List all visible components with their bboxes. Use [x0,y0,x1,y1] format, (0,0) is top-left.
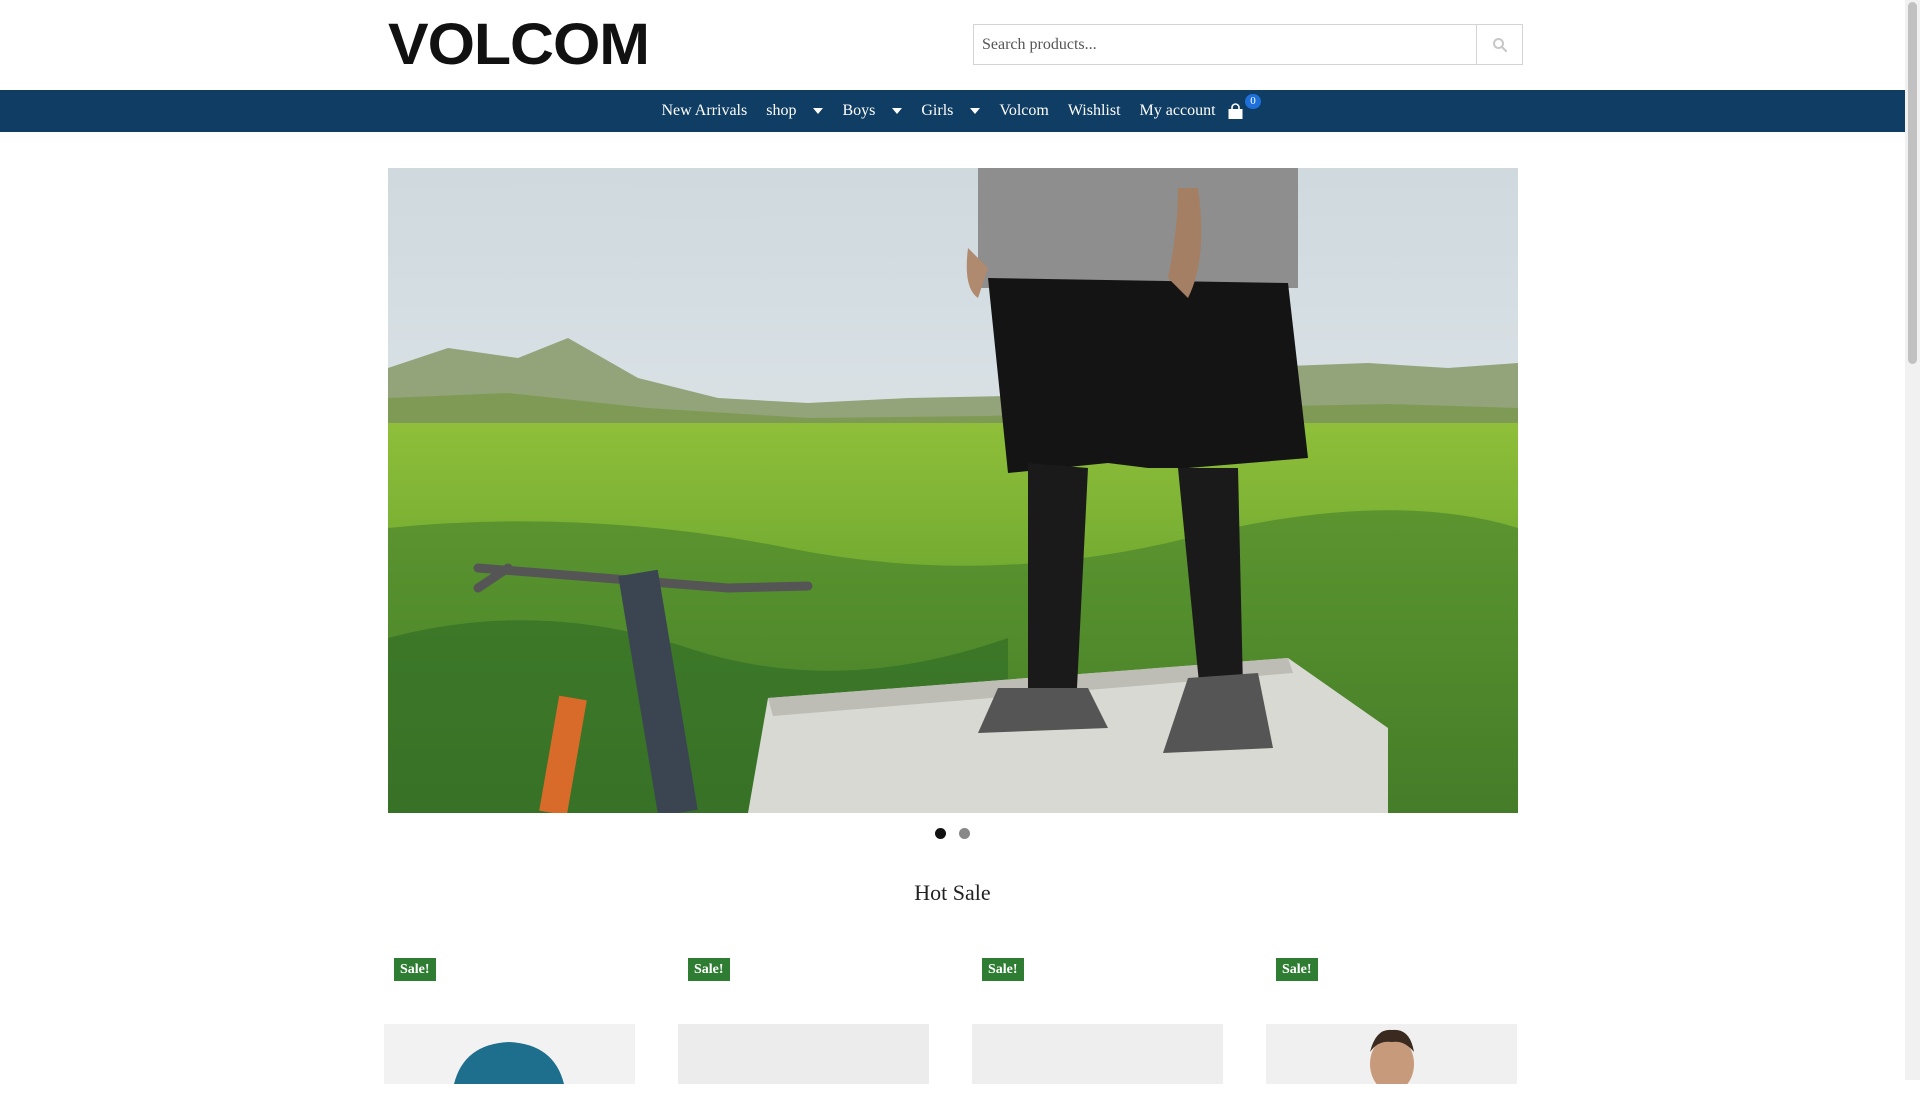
nav-item-volcom[interactable]: Volcom [990,90,1058,132]
search-input[interactable] [973,24,1476,65]
product-image[interactable] [972,1024,1223,1084]
nav-label: Wishlist [1067,102,1121,119]
product-card[interactable]: Sale! [972,958,1223,1098]
caret-down-icon [813,108,824,114]
nav-label: New Arrivals [661,102,748,119]
cart-count-badge: 0 [1245,94,1262,109]
nav-label: Boys [842,102,876,119]
product-card[interactable]: Sale! [384,958,635,1098]
nav-label: Volcom [999,102,1049,119]
slider-dot-2[interactable] [959,828,970,839]
page-scrollbar[interactable] [1905,0,1920,1080]
model-image [1370,1029,1414,1084]
logo-text: VOLCOM [388,12,650,77]
nav-label: shop [766,102,797,119]
search-button[interactable] [1476,24,1523,65]
nav-item-my-account[interactable]: My account [1130,90,1225,132]
nav-label: My account [1139,102,1216,119]
hero-slider-image[interactable] [388,168,1518,813]
caret-down-icon [892,108,903,114]
scrollbar-thumb[interactable] [1908,2,1917,364]
nav-label: Girls [921,102,954,119]
section-title: Hot Sale [914,880,991,905]
product-image[interactable] [678,1024,929,1084]
cart-button[interactable]: 0 [1227,90,1262,132]
product-image[interactable] [1266,1024,1517,1084]
sale-badge: Sale! [688,958,730,981]
sale-badge: Sale! [982,958,1024,981]
nav-item-boys[interactable]: Boys [833,90,912,132]
sale-badge: Sale! [394,958,436,981]
product-card[interactable]: Sale! [1266,958,1517,1098]
hero-photo [388,168,1518,813]
cap-image [454,1042,564,1084]
nav-item-shop[interactable]: shop [757,90,833,132]
sale-badge: Sale! [1276,958,1318,981]
caret-down-icon [970,108,981,114]
slider-pagination [0,828,1905,839]
shopping-bag-icon [1228,102,1243,119]
nav-item-wishlist[interactable]: Wishlist [1058,90,1130,132]
nav-item-new-arrivals[interactable]: New Arrivals [652,90,757,132]
site-header: VOLCOM [0,0,1905,89]
site-logo[interactable]: VOLCOM [388,16,650,74]
nav-item-girls[interactable]: Girls [912,90,990,132]
search-form [973,24,1523,65]
product-image[interactable] [384,1024,635,1084]
product-card[interactable]: Sale! [678,958,929,1098]
search-icon [1492,37,1507,52]
main-navigation: New Arrivals shop Boys Girls Volcom Wish… [0,90,1905,132]
slider-dot-1[interactable] [935,828,946,839]
